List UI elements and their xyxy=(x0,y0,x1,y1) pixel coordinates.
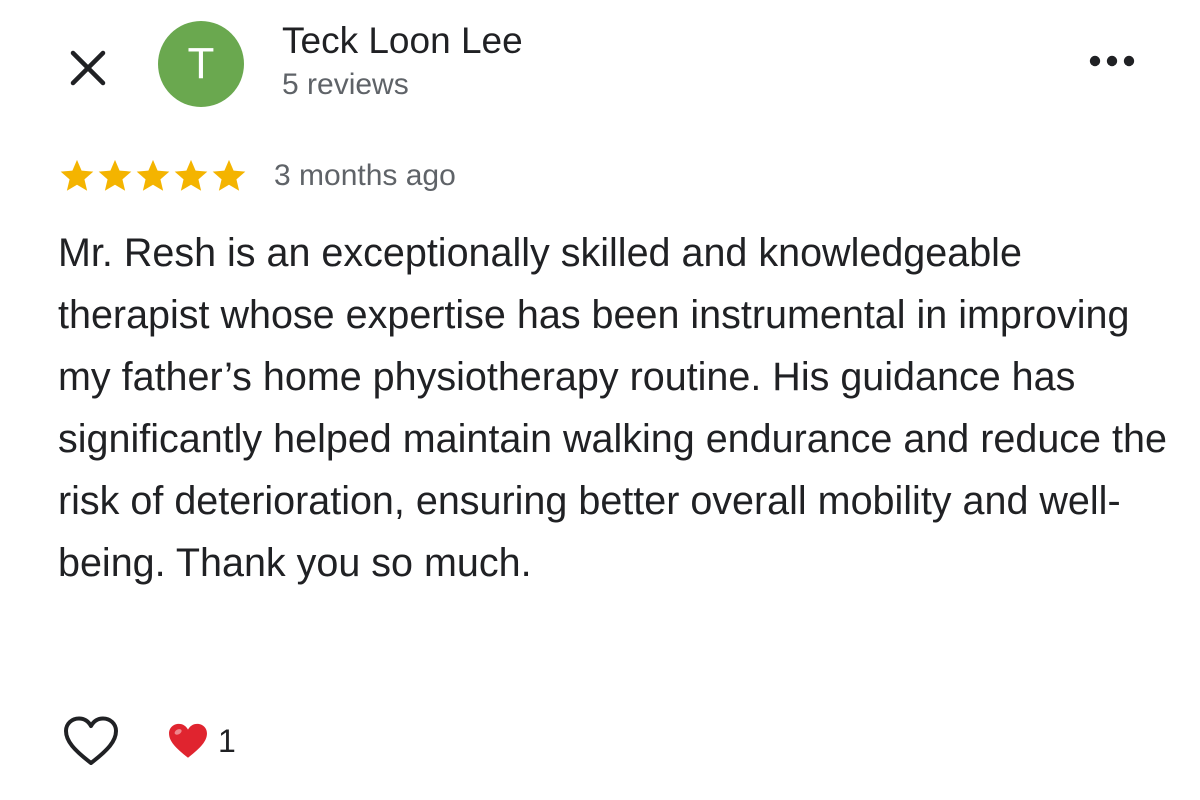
more-horizontal-icon xyxy=(1089,55,1135,67)
star-icon xyxy=(136,159,170,191)
review-time: 3 months ago xyxy=(274,159,456,192)
reviewer-review-count: 5 reviews xyxy=(282,68,409,101)
star-rating xyxy=(58,157,248,195)
avatar-letter: T xyxy=(187,39,215,88)
reaction-count: 1 xyxy=(218,722,236,759)
red-heart-icon xyxy=(169,723,207,758)
star-icon xyxy=(98,159,132,191)
like-button[interactable] xyxy=(60,710,122,772)
close-icon xyxy=(70,50,106,86)
review-text: Mr. Resh is an exceptionally skilled and… xyxy=(58,231,1167,585)
reaction-summary[interactable]: 1 xyxy=(166,721,236,761)
heart-outline-icon xyxy=(64,716,118,765)
star-icon xyxy=(212,159,246,191)
star-icon xyxy=(174,159,208,191)
close-button[interactable] xyxy=(64,44,112,92)
review-header: T Teck Loon Lee 5 reviews xyxy=(0,0,1200,130)
rating-row: 3 months ago xyxy=(58,152,456,200)
star-icon xyxy=(60,159,94,191)
reviewer-name[interactable]: Teck Loon Lee xyxy=(282,20,523,62)
avatar[interactable]: T xyxy=(158,21,244,107)
review-actions: 1 xyxy=(60,710,236,772)
more-options-button[interactable] xyxy=(1084,45,1140,77)
